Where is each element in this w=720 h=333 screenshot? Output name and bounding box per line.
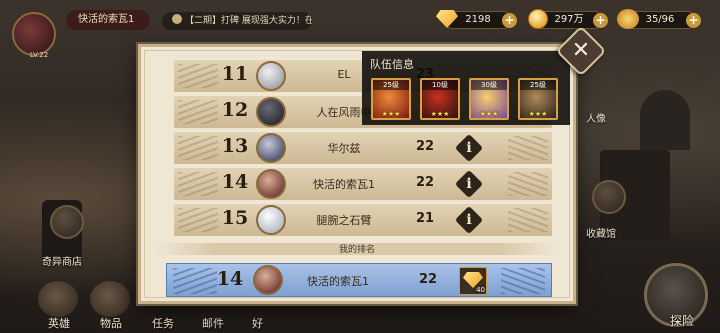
odd-shop-icon[interactable] (50, 205, 84, 239)
my-rank-number: 14 (216, 268, 244, 290)
team-info-button[interactable]: i (454, 133, 484, 163)
rank-number: 14 (221, 171, 249, 193)
rank-reward[interactable]: 40 (459, 267, 487, 295)
row-ornament (173, 268, 217, 294)
collection-label[interactable]: 收藏馆 (586, 225, 616, 240)
heroes-icon[interactable] (38, 281, 78, 317)
add-stamina-button[interactable]: + (686, 13, 701, 28)
row-ornament (178, 172, 218, 196)
team-info-popover: 队伍信息 25级 ★★★ 10级 ★★★ 30级 ★★★ 25级 ★★★ (362, 51, 570, 125)
items-icon[interactable] (90, 281, 130, 317)
explore-label[interactable]: 探险 (670, 312, 694, 329)
player-name: 快活的索瓦1 (66, 10, 150, 30)
row-ornament (508, 208, 548, 232)
hero-stars: ★★★ (528, 110, 548, 118)
portrait-label[interactable]: 人像 (586, 110, 606, 125)
player-name: 华尔兹 (327, 142, 361, 155)
rank-number: 13 (221, 135, 249, 157)
info-icon: i (466, 176, 472, 192)
team-info-button[interactable]: i (454, 169, 484, 199)
gem-icon (435, 7, 459, 31)
player-avatar[interactable] (12, 12, 56, 56)
hero-card[interactable]: 30级 ★★★ (469, 78, 509, 120)
player-avatar[interactable] (256, 133, 286, 163)
rank-number: 15 (221, 207, 249, 229)
ranking-row[interactable]: 14 快活的索瓦1 22 i (174, 168, 552, 200)
my-avatar[interactable] (253, 265, 283, 295)
friends-tab[interactable]: 好 (252, 315, 263, 331)
hero-stars: ★★★ (430, 110, 450, 118)
gold-value: 297万 (554, 14, 584, 25)
odd-shop-label[interactable]: 奇异商店 (42, 253, 82, 268)
player-name: 腿腕之石臂 (316, 214, 372, 227)
gold-coin-icon (526, 7, 550, 31)
info-icon: i (466, 140, 472, 156)
row-ornament (178, 208, 218, 232)
stamina-value: 35/96 (645, 14, 675, 25)
quests-tab[interactable]: 任务 (152, 315, 174, 331)
hero-stars: ★★★ (479, 110, 499, 118)
rank-number: 12 (221, 99, 249, 121)
row-ornament (178, 100, 218, 124)
mail-tab[interactable]: 邮件 (202, 315, 224, 331)
items-tab[interactable]: 物品 (100, 315, 122, 331)
row-ornament (508, 136, 548, 160)
player-avatar[interactable] (256, 61, 286, 91)
player-name: 快活的索瓦1 (313, 178, 375, 191)
stamina-counter[interactable]: 35/96 + (617, 9, 701, 29)
background-building (640, 90, 690, 150)
row-ornament (178, 136, 218, 160)
player-level: 22 (415, 139, 435, 154)
player-avatar[interactable] (256, 169, 286, 199)
hero-stars: ★★★ (381, 110, 401, 118)
row-ornament (178, 64, 218, 88)
player-level: 21 (415, 211, 435, 226)
hero-card[interactable]: 25级 ★★★ (371, 78, 411, 120)
hero-level: 25级 (520, 80, 556, 90)
speaker-icon (172, 14, 182, 24)
gem-counter[interactable]: 2198 + (436, 10, 517, 29)
my-rank-heading: 我的排名 (338, 245, 375, 255)
player-level: LV.22 (30, 51, 49, 59)
close-icon[interactable]: ✕ (563, 33, 599, 69)
row-ornament (501, 268, 545, 294)
hero-level: 25级 (373, 80, 409, 90)
my-ranking-row[interactable]: 14 快活的索瓦1 22 40 (166, 263, 552, 297)
player-avatar[interactable] (256, 205, 286, 235)
rank-number: 11 (221, 63, 249, 85)
player-level: 22 (415, 175, 435, 190)
add-gold-button[interactable]: + (593, 13, 608, 28)
announcement-text: 【二期】打碑 展现强大实力！在 (185, 16, 312, 26)
hero-level: 10级 (422, 80, 458, 90)
gold-counter[interactable]: 297万 + (528, 9, 608, 29)
heroes-tab[interactable]: 英雄 (48, 315, 70, 331)
ranking-row[interactable]: 13 华尔兹 22 i (174, 132, 552, 164)
player-avatar[interactable] (256, 97, 286, 127)
gem-value: 2198 (465, 14, 491, 25)
team-info-title: 队伍信息 (370, 58, 414, 71)
announcement-marquee[interactable]: 【二期】打碑 展现强大实力！在 (162, 12, 312, 30)
collection-icon[interactable] (592, 180, 626, 214)
team-info-button[interactable]: i (454, 205, 484, 235)
ranking-row[interactable]: 15 腿腕之石臂 21 i (174, 204, 552, 236)
hero-level: 30级 (471, 80, 507, 90)
stamina-icon (615, 7, 639, 31)
row-ornament (508, 172, 548, 196)
my-name: 快活的索瓦1 (307, 275, 369, 288)
hero-card[interactable]: 10级 ★★★ (420, 78, 460, 120)
add-gems-button[interactable]: + (502, 13, 517, 28)
info-icon: i (466, 212, 472, 228)
hero-card[interactable]: 25级 ★★★ (518, 78, 558, 120)
my-level: 22 (418, 272, 438, 287)
reward-count: 40 (476, 286, 485, 294)
